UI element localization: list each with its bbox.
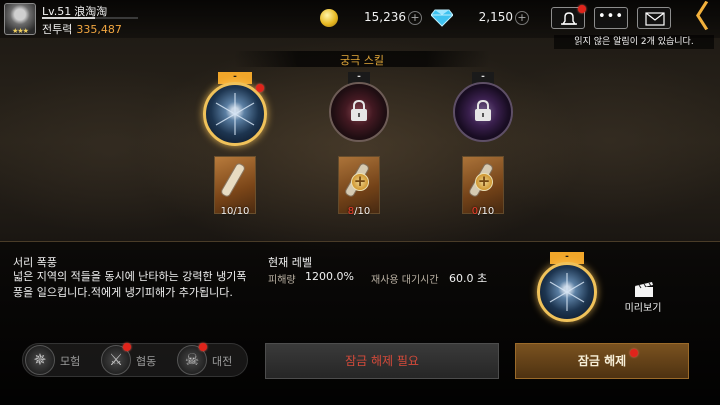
lock-icon — [475, 99, 491, 121]
xp-bar — [42, 17, 138, 19]
mode-coop[interactable]: ⚔ 협동 — [101, 343, 171, 375]
mode-badge — [123, 343, 131, 351]
notification-button[interactable] — [551, 5, 586, 29]
add-card-icon: + — [475, 173, 493, 191]
diamond-icon — [431, 9, 453, 27]
mode-adventure[interactable]: ✵ 모험 — [25, 345, 95, 375]
gold-coin-icon — [320, 9, 338, 27]
top-bar: ★★★ Lv.51 浪淘淘 전투력 335,487 15,236 + 2,150 +… — [0, 0, 720, 38]
skill-description: 넓은 지역의 적들을 동시에 난타하는 강력한 냉기폭풍을 일으킵니다.적에게 … — [13, 270, 247, 299]
skill-card-count-2: 8/10 — [347, 206, 371, 217]
frost-storm-icon — [215, 93, 255, 135]
more-menu-button[interactable]: ••• — [594, 7, 628, 29]
compass-icon: ✵ — [25, 345, 55, 375]
gold-amount: 15,236 — [364, 10, 406, 24]
section-title: 궁극 스킬 — [340, 54, 384, 67]
mode-pvp[interactable]: ☠ 대전 — [177, 343, 247, 375]
skill-card-count-1: 10/10 — [220, 206, 250, 217]
notification-toast: 읽지 않은 알림이 2개 있습니다. — [554, 35, 714, 49]
notification-badge — [578, 5, 586, 13]
star-icons: ★★★ — [12, 27, 29, 35]
scroll-icon — [221, 163, 245, 197]
combat-power-value: 335,487 — [76, 23, 122, 36]
xp-bar-fill — [42, 17, 95, 19]
add-gem-button[interactable]: + — [515, 11, 529, 25]
lock-icon — [351, 99, 367, 121]
back-arrow-icon: 〈 — [679, 0, 709, 35]
mode-label: 협동 — [136, 355, 157, 368]
skill-new-badge — [256, 84, 264, 92]
mode-label: 모험 — [60, 355, 81, 368]
damage-label: 피해량 — [268, 275, 296, 286]
mode-badge — [199, 343, 207, 351]
combat-power-label: 전투력 — [42, 23, 73, 36]
skill-screen: ★★★ Lv.51 浪淘淘 전투력 335,487 15,236 + 2,150 +… — [0, 0, 720, 405]
frost-storm-icon — [549, 273, 585, 311]
cooldown-label: 재사용 대기시간 — [371, 275, 439, 286]
damage-value: 1200.0% — [305, 270, 354, 283]
add-card-icon: + — [351, 173, 369, 191]
gem-amount: 2,150 — [478, 10, 513, 24]
skill-detail-panel — [0, 241, 720, 405]
mode-label: 대전 — [212, 355, 233, 368]
player-avatar[interactable]: ★★★ — [4, 3, 36, 35]
add-gold-button[interactable]: + — [408, 11, 422, 25]
preview-label[interactable]: 미리보기 — [620, 299, 666, 314]
skill-card-count-3: 0/10 — [471, 206, 495, 217]
unlock-button[interactable]: 잠금 해제 — [515, 343, 689, 379]
combat-power: 전투력 335,487 — [42, 21, 122, 37]
unlock-badge — [630, 349, 638, 357]
unlock-required-button[interactable]: 잠금 해제 필요 — [265, 343, 499, 379]
more-dots-icon: ••• — [597, 9, 624, 24]
back-button[interactable]: 〈 — [678, 3, 710, 34]
skill-name: 서리 폭풍 — [13, 256, 57, 269]
mail-button[interactable] — [637, 7, 671, 29]
unlock-button-label: 잠금 해제 — [577, 354, 627, 368]
clapperboard-icon[interactable] — [633, 280, 655, 298]
envelope-icon — [645, 12, 665, 26]
detail-skill-orb — [537, 262, 597, 322]
cooldown-value: 60.0 초 — [449, 272, 488, 285]
current-level-label: 현재 레벨 — [268, 256, 312, 269]
